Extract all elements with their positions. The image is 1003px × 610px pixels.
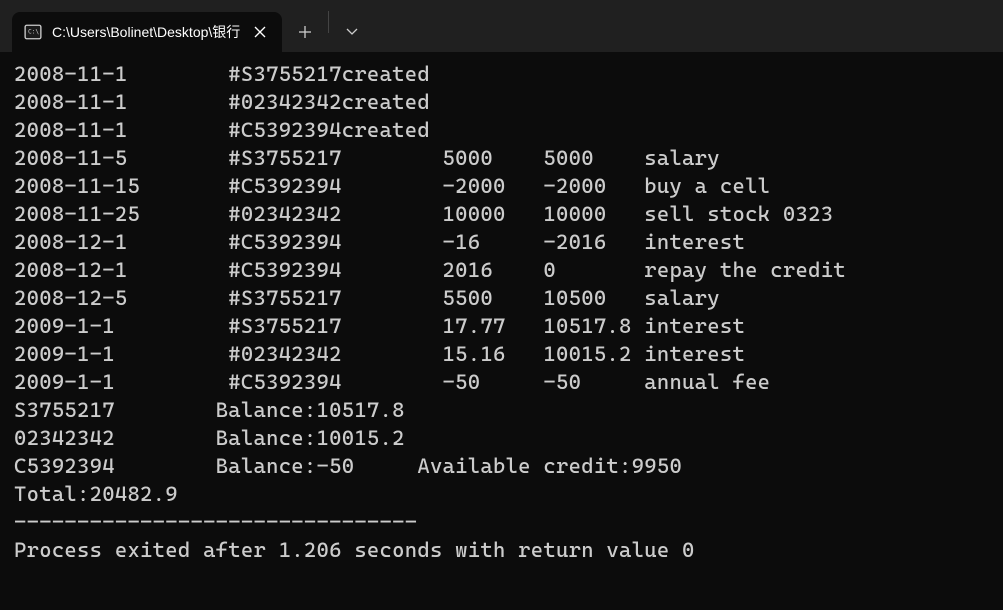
tab-active[interactable]: C:\ C:\Users\Bolinet\Desktop\银行 xyxy=(12,12,282,52)
output-line: Total:20482.9 xyxy=(14,480,989,508)
output-line: 2009-1-1 #S3755217 17.77 10517.8 interes… xyxy=(14,312,989,340)
tab-title: C:\Users\Bolinet\Desktop\银行 xyxy=(52,22,240,42)
output-line: -------------------------------- xyxy=(14,508,989,536)
output-line: S3755217 Balance:10517.8 xyxy=(14,396,989,424)
output-line: 2008-11-5 #S3755217 5000 5000 salary xyxy=(14,144,989,172)
output-line: 2008-12-1 #C5392394 -16 -2016 interest xyxy=(14,228,989,256)
titlebar: C:\ C:\Users\Bolinet\Desktop\银行 xyxy=(0,0,1003,52)
output-line: 2008-11-1 #C5392394created xyxy=(14,116,989,144)
close-icon[interactable] xyxy=(250,22,270,42)
output-line: C5392394 Balance:-50 Available credit:99… xyxy=(14,452,989,480)
output-line: 2008-11-1 #S3755217created xyxy=(14,60,989,88)
output-line: 2008-11-15 #C5392394 -2000 -2000 buy a c… xyxy=(14,172,989,200)
output-line: 2009-1-1 #02342342 15.16 10015.2 interes… xyxy=(14,340,989,368)
output-line: Process exited after 1.206 seconds with … xyxy=(14,536,989,564)
output-line: 2008-11-1 #02342342created xyxy=(14,88,989,116)
output-line: 02342342 Balance:10015.2 xyxy=(14,424,989,452)
dropdown-button[interactable] xyxy=(329,12,375,52)
output-line: 2009-1-1 #C5392394 -50 -50 annual fee xyxy=(14,368,989,396)
svg-text:C:\: C:\ xyxy=(28,29,39,36)
output-line: 2008-11-25 #02342342 10000 10000 sell st… xyxy=(14,200,989,228)
terminal-output[interactable]: 2008-11-1 #S3755217created2008-11-1 #023… xyxy=(0,52,1003,572)
output-line: 2008-12-5 #S3755217 5500 10500 salary xyxy=(14,284,989,312)
terminal-icon: C:\ xyxy=(24,23,42,41)
output-line: 2008-12-1 #C5392394 2016 0 repay the cre… xyxy=(14,256,989,284)
new-tab-button[interactable] xyxy=(282,12,328,52)
